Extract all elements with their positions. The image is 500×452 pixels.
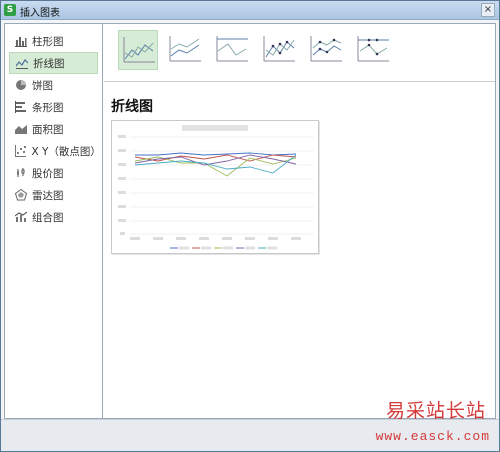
sidebar-item-label: 股价图 [32, 167, 64, 180]
sidebar-item-area[interactable]: 面积图 [9, 118, 98, 140]
sidebar-item-label: 折线图 [33, 57, 65, 70]
sidebar-item-bar[interactable]: 条形图 [9, 96, 98, 118]
sidebar-item-label: 组合图 [32, 211, 64, 224]
variant-line-markers[interactable] [259, 30, 299, 70]
chart-variant-gallery [104, 24, 495, 82]
preview-title-placeholder [182, 125, 248, 131]
insert-chart-dialog: S 插入图表 × 柱形图 折线图 饼图 条形图 面积图 X Y（散点图） 股价图… [0, 0, 500, 452]
watermark-title: 易采站长站 [385, 400, 486, 422]
stacked-line-variant-icon [169, 36, 201, 62]
percent-stacked-line-variant-icon [216, 36, 248, 62]
horizontal-bar-chart-icon [15, 101, 26, 113]
sidebar-item-label: 饼图 [32, 79, 53, 92]
stock-chart-icon [17, 168, 25, 177]
sidebar-item-label: 雷达图 [32, 189, 64, 202]
sidebar-item-label: X Y（散点图） [31, 145, 101, 158]
title-bar[interactable]: S 插入图表 × [1, 1, 499, 20]
watermark-url: www.easck.com [375, 429, 490, 444]
chart-type-sidebar: 柱形图 折线图 饼图 条形图 面积图 X Y（散点图） 股价图 雷达图 组合图 [5, 24, 103, 418]
sidebar-item-label: 柱形图 [32, 35, 64, 48]
sidebar-item-line[interactable]: 折线图 [9, 52, 98, 74]
variant-percent-stacked-line[interactable] [212, 30, 252, 70]
area-chart-icon [15, 125, 27, 134]
stacked-line-markers-variant-icon [310, 36, 342, 62]
chart-type-heading: 折线图 [111, 99, 153, 115]
variant-stacked-line[interactable] [165, 30, 205, 70]
sidebar-item-radar[interactable]: 雷达图 [9, 184, 98, 206]
variant-line[interactable] [118, 30, 158, 70]
scatter-chart-icon [15, 145, 27, 157]
chart-preview[interactable] [111, 120, 319, 254]
variant-stacked-line-markers[interactable] [306, 30, 346, 70]
dialog-content: 柱形图 折线图 饼图 条形图 面积图 X Y（散点图） 股价图 雷达图 组合图 … [4, 23, 496, 419]
sidebar-item-stock[interactable]: 股价图 [9, 162, 98, 184]
percent-stacked-line-markers-variant-icon [357, 36, 389, 62]
radar-chart-icon [15, 189, 27, 201]
dialog-title: 插入图表 [20, 8, 60, 19]
chart-preview-canvas [112, 121, 318, 253]
chart-main-panel: 折线图 [104, 24, 495, 418]
bar-chart-icon [15, 37, 27, 47]
sidebar-item-pie[interactable]: 饼图 [9, 74, 98, 96]
combo-chart-icon [15, 211, 27, 222]
sidebar-item-label: 面积图 [32, 123, 64, 136]
sidebar-item-column[interactable]: 柱形图 [9, 30, 98, 52]
pie-chart-icon [16, 80, 26, 90]
app-icon: S [4, 4, 16, 16]
line-chart-icon [16, 59, 28, 69]
sidebar-item-combo[interactable]: 组合图 [9, 206, 98, 228]
sidebar-item-label: 条形图 [32, 101, 64, 114]
line-markers-variant-icon [263, 36, 295, 62]
sidebar-item-scatter[interactable]: X Y（散点图） [9, 140, 101, 162]
line-variant-icon [123, 37, 155, 63]
variant-percent-stacked-line-markers[interactable] [353, 30, 393, 70]
close-button[interactable]: × [481, 3, 495, 17]
